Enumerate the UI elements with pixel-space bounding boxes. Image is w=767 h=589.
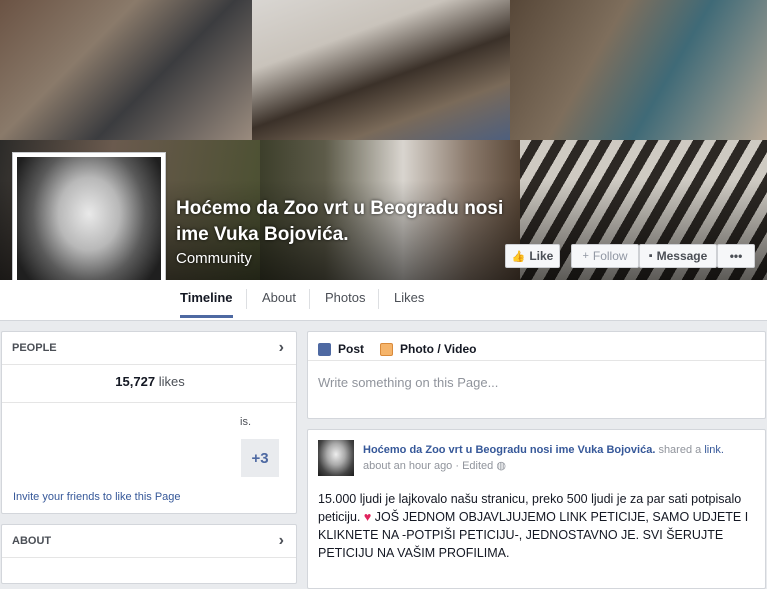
tab-divider <box>378 289 379 309</box>
people-card: PEOPLE › 15,727 likes is. +3 Invite your… <box>1 331 297 514</box>
people-header[interactable]: PEOPLE › <box>2 332 296 365</box>
photo-tab-label: Photo / Video <box>400 342 477 356</box>
thumbs-up-icon: 👍 <box>511 250 526 263</box>
about-header[interactable]: ABOUT › <box>2 525 296 558</box>
post-card: Hoćemo da Zoo vrt u Beogradu nosi ime Vu… <box>307 429 766 589</box>
message-label: Message <box>656 249 708 263</box>
like-label: Like <box>529 249 554 263</box>
likes-word: likes <box>158 374 185 389</box>
chevron-right-icon[interactable]: › <box>279 332 284 364</box>
cover-tile <box>0 0 252 140</box>
post-meta: about an hour ago · Edited ◍ <box>363 460 506 472</box>
composer-input[interactable]: Write something on this Page... <box>318 375 498 390</box>
page-tabs: Timeline About Photos Likes <box>0 280 767 321</box>
plus-icon: + <box>582 250 589 262</box>
cover-tile <box>510 0 767 140</box>
post-action: shared a <box>658 444 702 456</box>
tab-photos[interactable]: Photos <box>325 280 365 318</box>
tab-divider <box>309 289 310 309</box>
post-text-part2: JOŠ JEDNOM OBJAVLJUJEMO LINK PETICIJE, S… <box>318 510 749 560</box>
tab-about[interactable]: About <box>262 280 296 318</box>
post-timestamp[interactable]: about an hour ago <box>363 460 452 472</box>
profile-image <box>17 157 161 299</box>
post-tab[interactable]: Post <box>318 342 364 356</box>
tab-timeline[interactable]: Timeline <box>180 280 233 318</box>
post-edited[interactable]: Edited <box>462 460 493 472</box>
friends-text: is. <box>240 416 251 428</box>
invite-friends-link[interactable]: Invite your friends to like this Page <box>13 491 181 503</box>
page-category[interactable]: Community <box>176 250 252 267</box>
follow-label: Follow <box>592 249 628 263</box>
post-text: 15.000 ljudi je lajkovalo našu stranicu,… <box>318 490 758 562</box>
page-title[interactable]: Hoćemo da Zoo vrt u Beogradu nosi ime Vu… <box>176 196 516 248</box>
likes-number: 15,727 <box>115 374 156 389</box>
photo-video-tab[interactable]: Photo / Video <box>380 342 476 356</box>
divider <box>2 402 296 403</box>
heart-icon: ♥ <box>363 510 372 524</box>
tab-divider <box>246 289 247 309</box>
likes-count[interactable]: 15,727 likes <box>2 374 298 389</box>
post-action-link[interactable]: link. <box>704 444 724 456</box>
cover-tile <box>252 0 510 140</box>
globe-icon: ◍ <box>496 460 506 472</box>
pencil-icon <box>318 342 331 356</box>
like-button[interactable]: 👍 Like <box>505 244 560 268</box>
people-header-label: PEOPLE <box>12 342 57 354</box>
avatar[interactable] <box>318 440 354 476</box>
follow-button[interactable]: + Follow <box>571 244 639 268</box>
post-tab-label: Post <box>338 342 365 356</box>
about-card: ABOUT › <box>1 524 297 584</box>
tab-likes[interactable]: Likes <box>394 280 424 318</box>
about-header-label: ABOUT <box>12 535 52 547</box>
post-author-link[interactable]: Hoćemo da Zoo vrt u Beogradu nosi ime Vu… <box>363 444 655 456</box>
composer-card: Post Photo / Video Write something on th… <box>307 331 766 419</box>
photo-icon <box>380 342 393 356</box>
more-friends-button[interactable]: +3 <box>241 439 279 477</box>
message-button[interactable]: ▪ Message <box>639 244 717 268</box>
divider <box>308 360 765 361</box>
post-header: Hoćemo da Zoo vrt u Beogradu nosi ime Vu… <box>363 444 763 456</box>
message-icon: ▪ <box>648 250 653 262</box>
chevron-right-icon[interactable]: › <box>279 525 284 557</box>
more-button[interactable]: ••• <box>717 244 755 268</box>
